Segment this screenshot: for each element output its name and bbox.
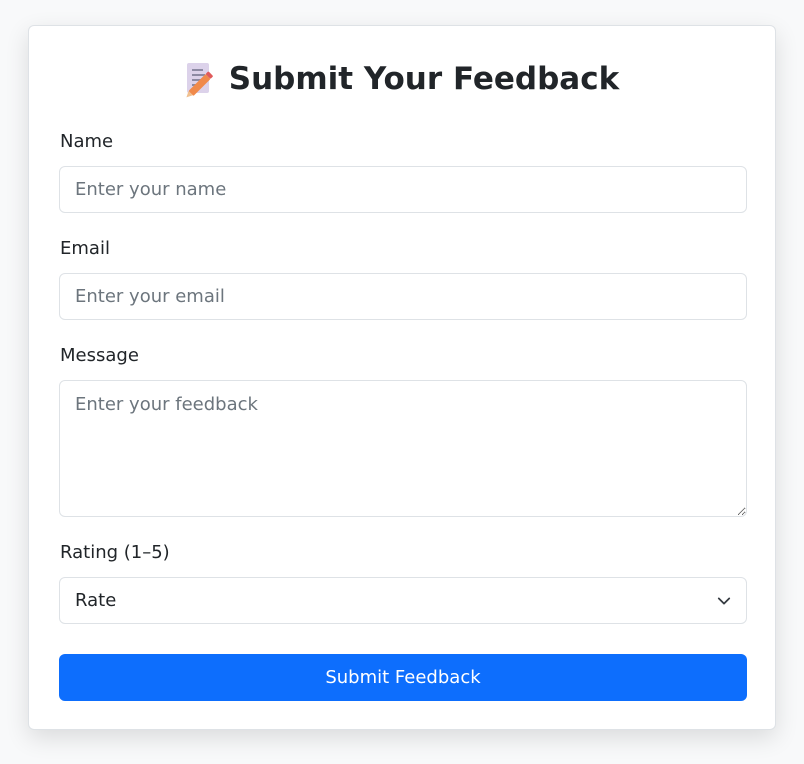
feedback-card: Submit Your Feedback Name Email Message …: [28, 25, 776, 730]
message-label: Message: [60, 345, 139, 366]
submit-feedback-button[interactable]: Submit Feedback: [59, 654, 747, 701]
rating-label: Rating (1–5): [60, 542, 170, 563]
page-title: Submit Your Feedback: [228, 61, 620, 97]
name-input[interactable]: [59, 166, 747, 213]
email-label: Email: [60, 238, 110, 259]
chevron-down-icon: [717, 597, 731, 604]
rating-select-value: Rate: [75, 590, 117, 611]
memo-icon: [185, 62, 215, 96]
name-label: Name: [60, 131, 114, 152]
email-input[interactable]: [59, 273, 747, 320]
form-header: Submit Your Feedback: [29, 58, 775, 100]
message-textarea[interactable]: [59, 380, 747, 517]
rating-select[interactable]: Rate: [59, 577, 747, 624]
